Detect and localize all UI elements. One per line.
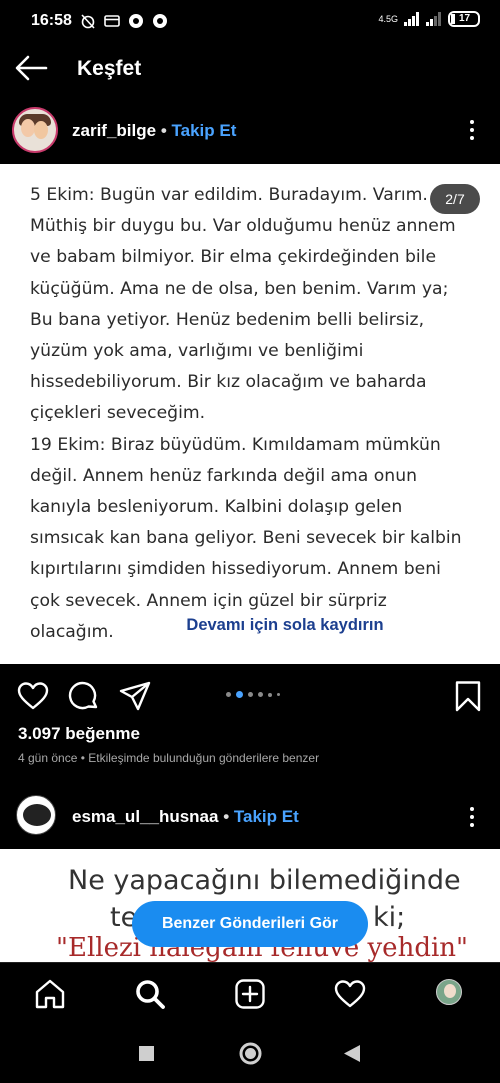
post-text-line: Müthiş bir duygu bu. Var olduğumu henüz … [30,216,456,237]
post-text-line: 19 Ekim: Biraz büyüdüm. Kımıldamam mümkü… [30,434,441,455]
follow-button[interactable]: Takip Et [234,807,299,826]
arrow-left-icon[interactable] [14,54,48,82]
post-text-line: hissedebiliyorum. Bir kız olacağım ve ba… [30,372,427,393]
post-text-line: değil. Annem henüz farkında değil ama on… [30,465,417,486]
chrome-icon [152,13,168,29]
status-system-icons: 4.5G 17 [378,11,480,27]
home-icon[interactable] [34,978,66,1010]
post-author: esma_ul__husnaa • Takip Et [72,807,299,827]
similar-posts-button[interactable]: Benzer Gönderileri Gör [132,901,368,947]
signal-icon [426,12,441,26]
recents-icon[interactable] [139,1046,154,1061]
signal-icon [404,12,419,26]
post-text-line: yüzüm yok ama, varlığımı ve benliğimi [30,341,364,362]
carousel-dot [277,693,280,696]
post-image-text: ki; [373,902,406,933]
post-text-line: kanıyla besleniyorum. Kalbini dolaşıp ge… [30,497,403,518]
post-header: zarif_bilge • Takip Et [0,100,500,164]
network-type: 4.5G [378,14,398,24]
post-text-line: sımsıcak kan bana geliyor. Beni sevecek … [30,528,462,549]
swipe-hint: Devamı için sola kaydırın [186,616,384,634]
carousel-dot [226,692,231,697]
activity-heart-icon[interactable] [334,978,366,1010]
username-link[interactable]: zarif_bilge [72,121,156,140]
post-author: zarif_bilge • Takip Et [72,121,236,141]
send-icon[interactable] [119,680,151,712]
username-link[interactable]: esma_ul__husnaa [72,807,218,826]
post-header: esma_ul__husnaa • Takip Et [0,787,500,849]
post-text-line: 5 Ekim: Bugün var edildim. Buradayım. Va… [30,185,428,205]
chrome-icon [128,13,144,29]
post-actions [0,664,500,724]
page-title: Keşfet [77,57,142,80]
post-text-line: çok sevecek. Annem için güzel bir sürpri… [30,590,387,611]
profile-avatar[interactable] [436,979,462,1005]
separator: • [223,807,230,826]
follow-button[interactable]: Takip Et [172,121,237,140]
card-icon [104,13,120,29]
back-triangle-icon[interactable] [344,1045,360,1062]
bookmark-icon[interactable] [452,680,484,712]
avatar[interactable] [12,107,58,153]
plus-square-icon[interactable] [234,978,266,1010]
like-count[interactable]: 3.097 beğenme [18,724,140,744]
post-meta: 4 gün önce • Etkileşimde bulunduğun gönd… [18,751,320,765]
carousel-dot [258,692,263,697]
carousel-counter: 2/7 [430,184,480,214]
top-bar: Keşfet [0,44,500,94]
status-notification-icons [80,13,168,29]
search-icon[interactable] [134,978,166,1010]
status-bar: 16:58 4.5G 17 [0,0,500,44]
post-text-line: küçüğüm. Ama ne de olsa, ben benim. Varı… [30,278,449,299]
post-image[interactable]: 5 Ekim: Bugün var edildim. Buradayım. Va… [0,164,500,664]
battery-level: 17 [459,13,471,24]
heart-icon[interactable] [17,680,49,712]
more-vertical-icon[interactable] [470,120,476,142]
avatar[interactable] [16,795,56,835]
battery-icon: 17 [448,11,480,27]
system-nav-bar [0,1024,500,1083]
comment-icon[interactable] [68,680,100,712]
status-time: 16:58 [31,12,72,29]
post-text-line: kıpırtılarını şimdiden hissediyorum. Ann… [30,559,441,580]
post-text-line: çiçekleri seveceğim. [30,403,206,424]
alarm-off-icon [80,13,96,29]
post-image-text: Ne yapacağını bilemediğinde [68,865,461,896]
post-text-line: Bu bana yetiyor. Henüz bedenim belli bel… [30,309,425,330]
post-text-line: ve babam bilmiyor. Bir elma çekirdeğinde… [30,247,437,268]
home-circle-icon[interactable] [239,1042,262,1065]
bottom-nav [0,962,500,1024]
post-image-text: 5 Ekim: Bugün var edildim. Buradayım. Va… [30,180,478,648]
carousel-indicator [226,691,280,698]
carousel-dot [248,692,253,697]
more-vertical-icon[interactable] [470,807,476,829]
carousel-dot [268,692,272,697]
separator: • [160,121,167,140]
carousel-dot-active [236,691,243,698]
